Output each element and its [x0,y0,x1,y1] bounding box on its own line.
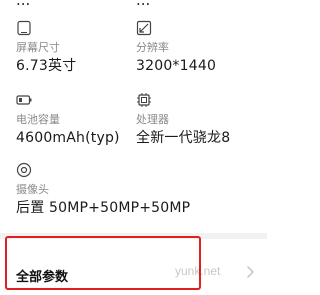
spec-camera: 摄像头 后置 50MP+50MP+50MP [16,162,190,217]
spec-processor: 处理器 全新一代骁龙8 [136,92,230,147]
spec-label: 电池容量 [16,113,60,126]
spec-battery: 电池容量 4600mAh(typ) [16,92,120,147]
processor-icon [137,93,151,107]
spec-value: 3200*1440 [136,58,217,74]
spec-label: 处理器 [136,113,169,126]
camera-icon [16,162,32,178]
chevron-right-icon [247,266,254,278]
battery-icon [16,95,32,105]
spec-label: 分辨率 [136,41,169,54]
spec-value: 4600mAh(typ) [16,130,120,146]
spec-label: 摄像头 [16,183,49,196]
spec-value: 6.73英寸 [16,58,77,74]
spec-value: 后置 50MP+50MP+50MP [16,200,191,216]
spec-screen-size: 屏幕尺寸 6.73英寸 [16,20,76,75]
spec-value: 全新一代骁龙8 [136,130,231,146]
cut-off-text-left: ... [16,0,31,9]
spec-resolution: 分辨率 3200*1440 [136,20,216,75]
spec-label: 屏幕尺寸 [16,41,60,54]
screen-size-icon [17,20,31,36]
cut-off-text-right: ... [136,0,151,9]
resolution-icon [136,20,152,36]
cut-off-row: ... ... [0,0,267,9]
highlight-box [5,236,201,290]
